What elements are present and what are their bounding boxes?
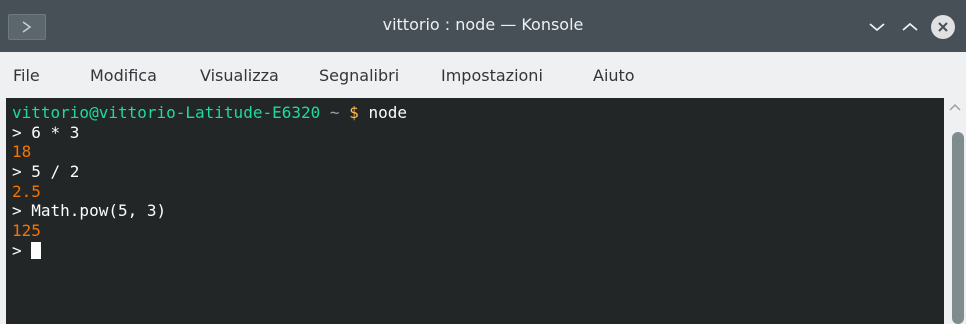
repl-input: > Math.pow(5, 3)	[12, 201, 167, 221]
window-title: vittorio : node — Konsole	[382, 15, 584, 34]
repl-input: > 5 / 2	[12, 162, 80, 182]
repl-prompt: >	[12, 240, 22, 260]
close-button[interactable]	[931, 15, 955, 39]
repl-output: 2.5	[12, 181, 41, 201]
scrollbar-thumb[interactable]	[952, 132, 964, 324]
prompt-symbol: $	[349, 103, 359, 122]
repl-input: > 6 * 3	[12, 122, 80, 142]
menu-modifica[interactable]: Modifica	[90, 66, 157, 85]
menu-visualizza[interactable]: Visualizza	[200, 66, 279, 85]
chevron-down-icon	[869, 23, 885, 32]
repl-output: 125	[12, 221, 41, 241]
chevron-up-icon[interactable]	[948, 102, 962, 112]
repl-output: 18	[12, 142, 32, 162]
prompt-user: vittorio@vittorio-Latitude-E6320	[12, 103, 321, 122]
shell-prompt-line: vittorio@vittorio-Latitude-E6320 ~ $ nod…	[12, 103, 944, 123]
title-bar[interactable]: vittorio : node — Konsole	[0, 0, 966, 52]
close-icon	[938, 22, 948, 32]
prompt-path: ~	[329, 103, 340, 122]
text-cursor	[31, 241, 42, 259]
chevron-up-icon	[902, 22, 918, 31]
current-prompt-line[interactable]: >	[12, 241, 944, 261]
minimize-button[interactable]	[866, 16, 888, 38]
terminal-area[interactable]: vittorio@vittorio-Latitude-E6320 ~ $ nod…	[6, 98, 944, 324]
menu-bar: File Modifica Visualizza Segnalibri Impo…	[0, 52, 966, 98]
menu-impostazioni[interactable]: Impostazioni	[441, 66, 543, 85]
maximize-button[interactable]	[899, 16, 921, 38]
konsole-window: vittorio : node — Konsole File Modifica …	[0, 0, 966, 324]
menu-aiuto[interactable]: Aiuto	[593, 66, 635, 85]
menu-segnalibri[interactable]: Segnalibri	[319, 66, 399, 85]
vertical-scrollbar[interactable]	[944, 98, 966, 324]
prompt-command: node	[368, 103, 407, 122]
menu-file[interactable]: File	[13, 66, 40, 85]
